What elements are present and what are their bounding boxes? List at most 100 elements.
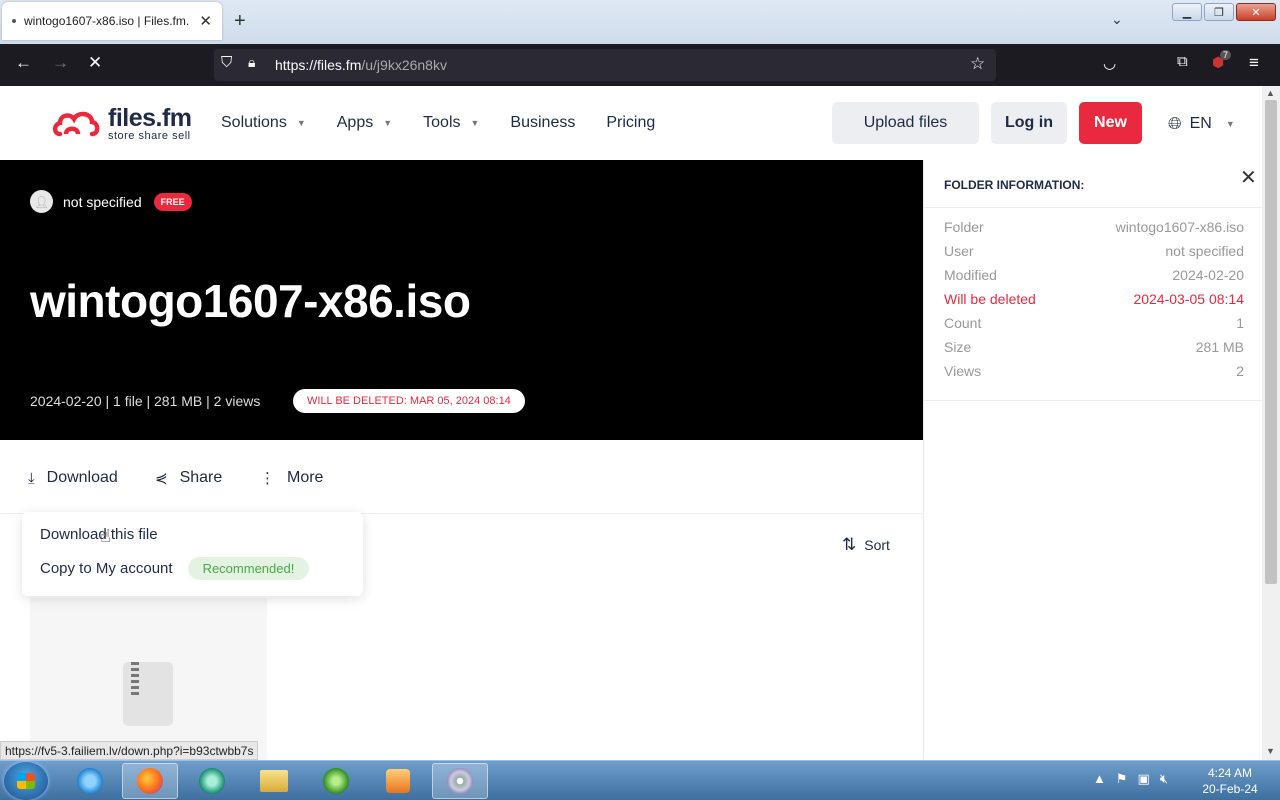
chat-app-icon [199, 768, 225, 794]
caret-down-icon: ▼ [296, 118, 306, 128]
tray-expand-icon[interactable]: ▲ [1093, 771, 1106, 787]
taskbar-app[interactable] [184, 763, 240, 799]
divider [924, 207, 1263, 208]
url-text[interactable]: https://files.fm/u/j9kx26n8kv [275, 57, 447, 73]
menu-business[interactable]: Business [510, 114, 575, 132]
url-path: /u/j9kx26n8kv [361, 57, 447, 73]
tab-title: wintogo1607-x86.iso | Files.fm. [24, 14, 190, 28]
new-tab-button[interactable]: + [234, 10, 246, 33]
folder-hero: 👤︎ not specified FREE wintogo1607-x86.is… [0, 160, 923, 440]
sort-arrows-icon: ⇅ [842, 535, 857, 554]
panel-close-icon[interactable]: ✕ [1240, 165, 1257, 190]
list-tabs-chevron-icon[interactable]: ⌄ [1111, 11, 1123, 28]
minimize-button[interactable]: ▁ [1172, 3, 1202, 21]
logo-tagline: store share sell [108, 130, 191, 142]
site-logo[interactable]: files.fm store share sell [52, 106, 192, 142]
extensions-icon[interactable]: ⧉ [1177, 53, 1188, 70]
info-value: 2 [1236, 363, 1244, 379]
menu-solutions[interactable]: Solutions ▼ [221, 114, 306, 132]
menu-label: Solutions [221, 114, 287, 131]
download-this-file-item[interactable]: Download this file [40, 526, 158, 543]
download-dropdown-menu: Download this file Copy to My account Re… [22, 512, 363, 596]
tab-loading-dot [12, 19, 16, 23]
tab-close-icon[interactable]: ✕ [199, 12, 212, 30]
info-row-views: Views 2 [944, 363, 1244, 379]
hand-cursor-icon: ☝︎ [100, 526, 111, 546]
taskbar-clock[interactable]: 4:24 AM 20-Feb-24 [1194, 765, 1266, 797]
menu-tools[interactable]: Tools ▼ [423, 114, 479, 132]
scroll-up-icon[interactable]: ▲ [1266, 88, 1275, 98]
menu-apps[interactable]: Apps ▼ [337, 114, 392, 132]
sort-button[interactable]: ⇅ Sort [842, 535, 890, 555]
window-close-button[interactable]: ✕ [1236, 3, 1276, 21]
folder-info-title: FOLDER INFORMATION: [944, 178, 1085, 192]
deletion-notice-badge: WILL BE DELETED: MAR 05, 2024 08:14 [293, 389, 525, 413]
scroll-down-icon[interactable]: ▼ [1266, 746, 1275, 756]
info-row-size: Size 281 MB [944, 339, 1244, 355]
taskbar-ie[interactable] [62, 763, 118, 799]
pocket-icon[interactable]: ◡ [1103, 54, 1116, 72]
login-button[interactable]: Log in [991, 102, 1067, 144]
globe-icon: 🌐︎ [1168, 114, 1182, 133]
menu-hamburger-icon[interactable]: ≡ [1249, 53, 1259, 73]
scrollbar-thumb[interactable] [1265, 100, 1277, 584]
system-tray: ▲ ⚑ ▣ 🔇︎ [1093, 771, 1168, 787]
back-arrow-icon[interactable]: ← [15, 53, 32, 73]
menu-pricing[interactable]: Pricing [606, 114, 655, 132]
folder-actions: ⤓ Download ⋞ Share ⋮ More [0, 440, 923, 514]
info-label: Modified [944, 267, 997, 283]
shield-icon[interactable]: ⛉ [221, 54, 232, 71]
share-button[interactable]: ⋞ Share [155, 469, 222, 487]
stop-loading-icon[interactable]: ✕ [88, 53, 102, 73]
info-value: 281 MB [1195, 339, 1244, 355]
copy-to-account-label: Copy to My account [40, 560, 173, 577]
menu-label: Business [510, 114, 576, 131]
taskbar-explorer[interactable] [246, 763, 302, 799]
more-button[interactable]: ⋮ More [260, 469, 323, 487]
lock-icon[interactable]: 🔒︎ [248, 54, 255, 71]
taskbar-firefox[interactable] [122, 763, 178, 799]
language-selector[interactable]: 🌐︎ EN ▼ [1168, 114, 1235, 134]
volume-muted-icon[interactable]: 🔇︎ [1160, 771, 1168, 787]
browser-tab-bar: wintogo1607-x86.iso | Files.fm. ✕ + ⌄ ▁ … [0, 0, 1280, 44]
action-center-flag-icon[interactable]: ⚑ [1116, 771, 1128, 787]
taskbar-dvd[interactable] [432, 763, 488, 799]
owner-info: 👤︎ not specified FREE [30, 190, 192, 213]
menu-label: Pricing [606, 114, 656, 131]
caret-down-icon: ▼ [470, 118, 480, 128]
info-label: Will be deleted [944, 291, 1036, 307]
new-button[interactable]: New [1079, 102, 1142, 144]
copy-to-account-item[interactable]: Copy to My account Recommended! [40, 557, 310, 580]
recommended-badge: Recommended! [187, 557, 310, 580]
info-row-count: Count 1 [944, 315, 1244, 331]
windows-media-center-icon [323, 768, 349, 794]
address-bar[interactable]: ⛉ 🔒︎ https://files.fm/u/j9kx26n8kv ☆ [214, 49, 996, 81]
extension-badge: 7 [1220, 50, 1232, 60]
download-icon: ⤓ [28, 469, 35, 487]
owner-name: not specified [63, 193, 142, 210]
divider [924, 400, 1263, 401]
info-label: Views [944, 363, 982, 379]
browser-tab-active[interactable]: wintogo1607-x86.iso | Files.fm. ✕ [2, 2, 222, 40]
upload-files-button[interactable]: Upload files [832, 102, 979, 144]
info-label: Count [944, 315, 982, 331]
folder-info-panel: FOLDER INFORMATION: ✕ Folder wintogo1607-… [923, 160, 1263, 760]
start-button[interactable] [4, 762, 48, 800]
restore-button[interactable]: ❐ [1204, 3, 1234, 21]
url-host: https://files.fm [275, 57, 362, 73]
download-button[interactable]: ⤓ Download [28, 469, 118, 487]
network-icon[interactable]: ▣ [1138, 771, 1150, 787]
info-row-folder: Folder wintogo1607-x86.iso [944, 219, 1244, 235]
file-card[interactable] [30, 598, 267, 760]
menu-label: Tools [423, 114, 461, 131]
bookmark-star-icon[interactable]: ☆ [970, 54, 985, 74]
forward-arrow-icon[interactable]: → [52, 53, 69, 73]
sort-label: Sort [864, 537, 890, 553]
taskbar-media-center[interactable] [308, 763, 364, 799]
taskbar-media-player[interactable] [370, 763, 426, 799]
info-row-user: User not specified [944, 243, 1244, 259]
page-scrollbar[interactable]: ▲ ▼ [1262, 86, 1280, 760]
info-value: 1 [1236, 315, 1244, 331]
info-value: 2024-03-05 08:14 [1133, 291, 1244, 307]
plan-badge: FREE [153, 192, 192, 211]
